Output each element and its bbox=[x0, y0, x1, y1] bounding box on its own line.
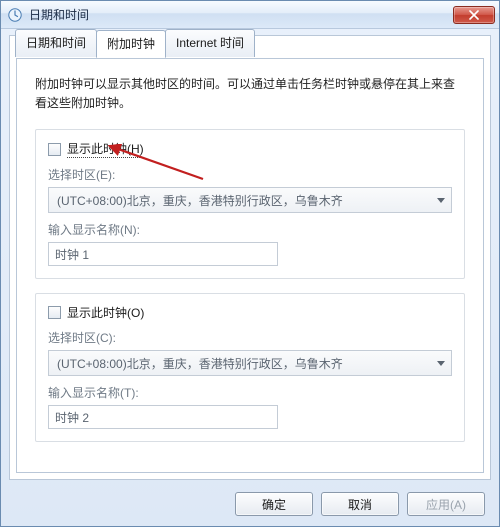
close-button[interactable] bbox=[453, 6, 495, 24]
window-title: 日期和时间 bbox=[29, 6, 453, 23]
clock1-group: 显示此时钟(H) 选择时区(E): (UTC+08:00)北京，重庆，香港特别行… bbox=[35, 129, 465, 279]
clock2-name-value: 时钟 2 bbox=[55, 409, 89, 426]
clock1-timezone-combo[interactable]: (UTC+08:00)北京，重庆，香港特别行政区，乌鲁木齐 bbox=[48, 187, 452, 213]
clock2-timezone-value: (UTC+08:00)北京，重庆，香港特别行政区，乌鲁木齐 bbox=[57, 355, 343, 372]
clock2-checkbox-row: 显示此时钟(O) bbox=[48, 304, 452, 321]
close-icon bbox=[469, 10, 479, 20]
clock1-name-input[interactable]: 时钟 1 bbox=[48, 242, 278, 266]
clock2-show-label: 显示此时钟(O) bbox=[67, 304, 144, 321]
clock-icon bbox=[7, 7, 23, 23]
tab-date-time[interactable]: 日期和时间 bbox=[15, 29, 97, 57]
clock1-timezone-value: (UTC+08:00)北京，重庆，香港特别行政区，乌鲁木齐 bbox=[57, 192, 343, 209]
clock2-timezone-combo[interactable]: (UTC+08:00)北京，重庆，香港特别行政区，乌鲁木齐 bbox=[48, 350, 452, 376]
cancel-button[interactable]: 取消 bbox=[321, 492, 399, 516]
description-text: 附加时钟可以显示其他时区的时间。可以通过单击任务栏时钟或悬停在其上来查看这些附加… bbox=[35, 75, 465, 113]
clock2-timezone-label: 选择时区(C): bbox=[48, 329, 452, 346]
client-area: 附加时钟可以显示其他时区的时间。可以通过单击任务栏时钟或悬停在其上来查看这些附加… bbox=[9, 35, 491, 480]
chevron-down-icon bbox=[437, 198, 445, 203]
clock1-show-checkbox[interactable] bbox=[48, 143, 61, 156]
clock1-name-label: 输入显示名称(N): bbox=[48, 221, 452, 238]
window-frame: 日期和时间 日期和时间 附加时钟 Internet 时间 附加时钟可以显示其他时… bbox=[0, 0, 500, 527]
tab-strip: 日期和时间 附加时钟 Internet 时间 bbox=[15, 29, 254, 57]
clock2-group: 显示此时钟(O) 选择时区(C): (UTC+08:00)北京，重庆，香港特别行… bbox=[35, 293, 465, 442]
clock2-show-checkbox[interactable] bbox=[48, 306, 61, 319]
clock1-timezone-label: 选择时区(E): bbox=[48, 166, 452, 183]
apply-button[interactable]: 应用(A) bbox=[407, 492, 485, 516]
clock2-name-input[interactable]: 时钟 2 bbox=[48, 405, 278, 429]
tab-panel-additional-clocks: 附加时钟可以显示其他时区的时间。可以通过单击任务栏时钟或悬停在其上来查看这些附加… bbox=[16, 58, 484, 473]
tab-internet-time[interactable]: Internet 时间 bbox=[165, 29, 255, 57]
clock1-show-label: 显示此时钟(H) bbox=[67, 140, 144, 158]
clock2-name-label: 输入显示名称(T): bbox=[48, 384, 452, 401]
clock1-checkbox-row: 显示此时钟(H) bbox=[48, 140, 452, 158]
clock1-name-value: 时钟 1 bbox=[55, 246, 89, 263]
chevron-down-icon bbox=[437, 361, 445, 366]
titlebar: 日期和时间 bbox=[1, 1, 499, 29]
tab-additional-clocks[interactable]: 附加时钟 bbox=[96, 30, 166, 58]
dialog-button-row: 确定 取消 应用(A) bbox=[235, 492, 485, 516]
ok-button[interactable]: 确定 bbox=[235, 492, 313, 516]
